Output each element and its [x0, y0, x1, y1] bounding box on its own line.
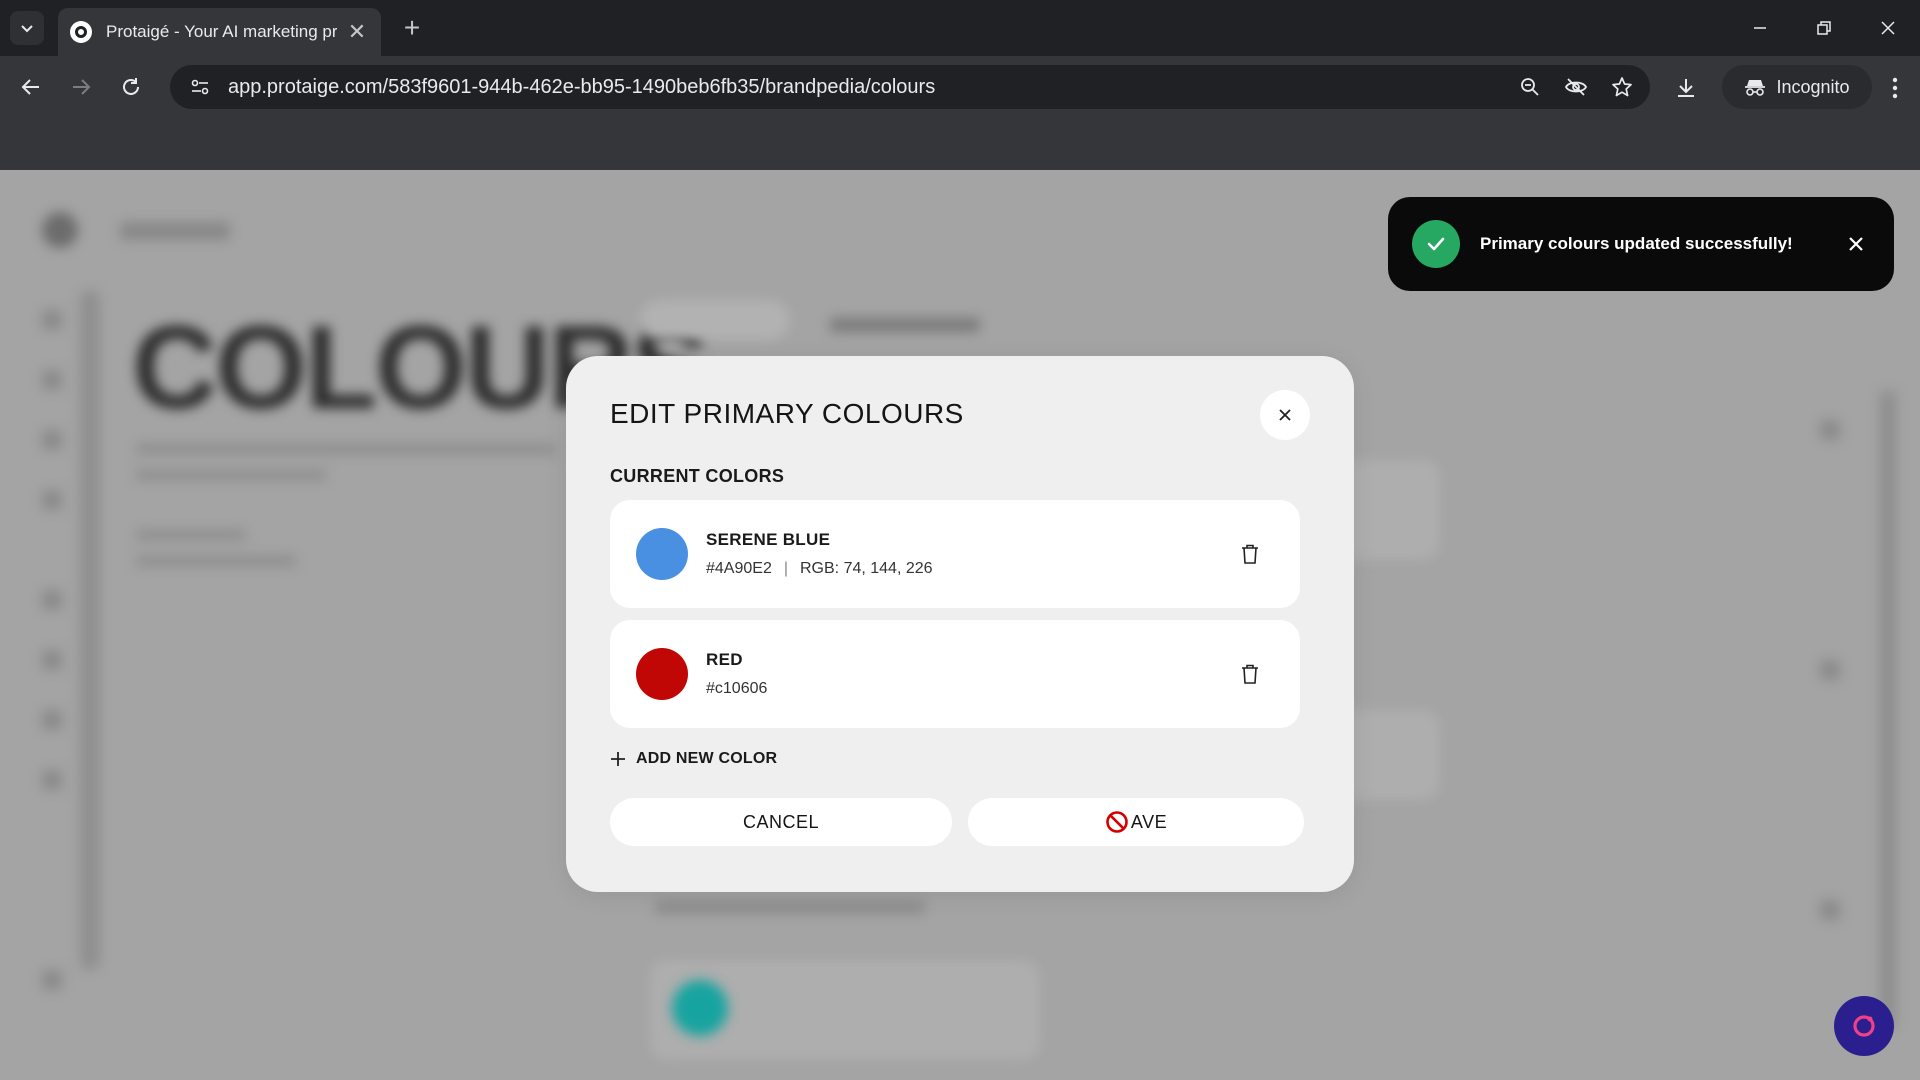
- close-icon: [1279, 409, 1291, 421]
- color-item-red: RED #c10606: [610, 620, 1300, 728]
- incognito-icon: [1745, 80, 1766, 96]
- chevron-icon: [1820, 420, 1840, 440]
- chevron-icon: [1820, 900, 1840, 920]
- color-name: RED: [706, 650, 743, 669]
- sidebar-icon: [42, 370, 62, 390]
- new-tab-button[interactable]: +: [396, 12, 428, 44]
- window-controls: [1728, 0, 1920, 56]
- sidebar-icon: [42, 310, 62, 330]
- close-icon: [1849, 237, 1863, 251]
- tab-close-icon[interactable]: ✕: [345, 19, 369, 45]
- sidebar-icon: [42, 650, 62, 670]
- minimize-icon: [1754, 27, 1766, 29]
- download-icon: [1678, 79, 1694, 97]
- reload-icon: [123, 78, 139, 95]
- forward-button[interactable]: [64, 70, 98, 104]
- restore-icon: [1817, 21, 1831, 35]
- text-placeholder: [136, 556, 296, 566]
- star-icon[interactable]: [1604, 69, 1640, 105]
- sidebar-track: [80, 290, 100, 970]
- sidebar-icon: [42, 970, 62, 990]
- separator: |: [783, 560, 788, 577]
- browser-tab-bar: Protaigé - Your AI marketing pr ✕ +: [0, 0, 1920, 56]
- incognito-label: Incognito: [1776, 76, 1850, 97]
- text-placeholder: [655, 900, 925, 914]
- current-colors-label: CURRENT COLORS: [610, 466, 785, 486]
- restore-button[interactable]: [1792, 0, 1856, 56]
- delete-color-button[interactable]: [1232, 656, 1268, 692]
- zoom-icon[interactable]: [1512, 69, 1548, 105]
- cancel-button[interactable]: CANCEL: [610, 798, 952, 846]
- edit-primary-colours-modal: EDIT PRIMARY COLOURS CURRENT COLORS SERE…: [566, 356, 1354, 892]
- protaige-logo-icon: [70, 21, 92, 43]
- check-icon: [1412, 220, 1460, 268]
- sidebar-icon: [42, 590, 62, 610]
- arrow-left-icon: [21, 79, 39, 95]
- url-text: app.protaige.com/583f9601-944b-462e-bb95…: [228, 75, 936, 98]
- text-placeholder: [136, 530, 246, 540]
- sidebar-icon: [42, 710, 62, 730]
- tab-search-button[interactable]: [10, 11, 44, 45]
- reload-button[interactable]: [114, 70, 148, 104]
- sidebar-icon: [42, 770, 62, 790]
- incognito-indicator[interactable]: Incognito: [1722, 65, 1872, 109]
- text-placeholder: [136, 444, 556, 454]
- add-new-color-button[interactable]: ADD NEW COLOR: [610, 750, 777, 768]
- save-button[interactable]: AVE: [968, 798, 1304, 846]
- sidebar-icon: [42, 490, 62, 510]
- color-hex: #c10606: [706, 680, 768, 697]
- not-allowed-cursor-icon: [1105, 810, 1129, 834]
- help-chat-icon: [1853, 1015, 1875, 1037]
- add-new-color-label: ADD NEW COLOR: [636, 750, 778, 767]
- toast-message: Primary colours updated successfully!: [1480, 234, 1793, 253]
- color-item-serene-blue: SERENE BLUE #4A90E2 | RGB: 74, 144, 226: [610, 500, 1300, 608]
- back-button[interactable]: [14, 70, 48, 104]
- help-chat-button[interactable]: [1834, 996, 1894, 1056]
- browser-tab-active[interactable]: Protaigé - Your AI marketing pr ✕: [58, 8, 381, 56]
- text-placeholder: [136, 470, 326, 480]
- toast-close-button[interactable]: [1842, 230, 1870, 258]
- tab-placeholder: [640, 300, 790, 340]
- eye-off-icon[interactable]: [1558, 69, 1594, 105]
- modal-close-button[interactable]: [1260, 390, 1310, 440]
- delete-color-button[interactable]: [1232, 536, 1268, 572]
- trash-icon: [1242, 664, 1258, 684]
- color-rgb: RGB: 74, 144, 226: [800, 560, 933, 577]
- browser-menu-button[interactable]: [1878, 70, 1912, 106]
- tab-title: Protaigé - Your AI marketing pr: [106, 22, 337, 41]
- success-toast: Primary colours updated successfully!: [1388, 197, 1894, 291]
- kebab-menu-icon: [1892, 77, 1898, 99]
- app-brand-placeholder: [120, 222, 230, 240]
- chevron-down-icon: [21, 25, 33, 33]
- trash-icon: [1242, 544, 1258, 564]
- color-hex: #4A90E2: [706, 560, 772, 577]
- address-bar[interactable]: app.protaige.com/583f9601-944b-462e-bb95…: [170, 65, 1650, 109]
- tab-placeholder: [830, 318, 980, 332]
- color-swatch: [636, 528, 688, 580]
- minimize-button[interactable]: [1728, 0, 1792, 56]
- cancel-label: CANCEL: [742, 811, 820, 832]
- chevron-icon: [1820, 660, 1840, 680]
- save-label: AVE: [1130, 811, 1168, 832]
- window-close-button[interactable]: [1856, 0, 1920, 56]
- modal-title: EDIT PRIMARY COLOURS: [610, 398, 964, 429]
- plus-icon: [611, 752, 625, 766]
- page-scrollbar: [1880, 390, 1896, 1030]
- download-button[interactable]: [1668, 70, 1704, 106]
- browser-toolbar: app.protaige.com/583f9601-944b-462e-bb95…: [0, 56, 1920, 118]
- close-icon: [1881, 21, 1895, 35]
- color-swatch: [636, 648, 688, 700]
- sidebar-icon: [42, 430, 62, 450]
- site-info-icon[interactable]: [186, 73, 214, 101]
- color-name: SERENE BLUE: [706, 530, 831, 549]
- arrow-right-icon: [73, 79, 91, 95]
- teal-swatch: [672, 980, 728, 1036]
- app-logo: [42, 212, 78, 248]
- bookmark-bar: [0, 118, 1920, 170]
